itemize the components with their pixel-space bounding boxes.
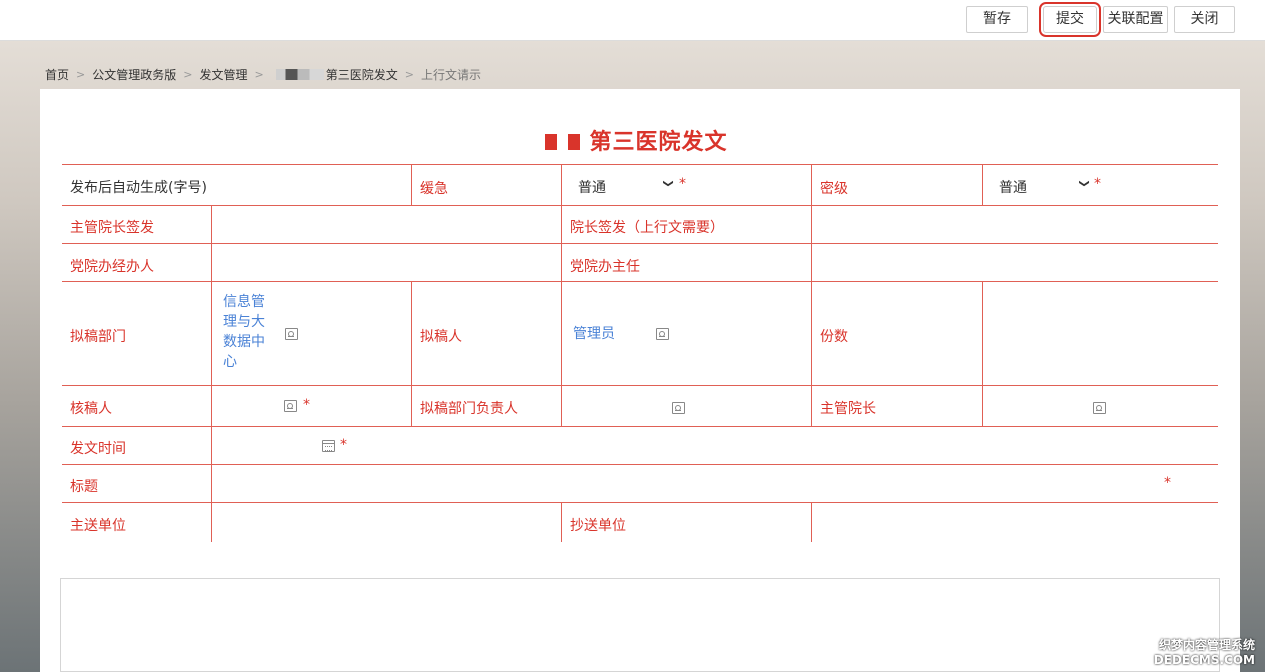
user-picker-icon[interactable]: [656, 328, 669, 340]
watermark-line2: DEDECMS.COM: [1153, 653, 1255, 667]
table-border: [211, 205, 212, 542]
breadcrumb-level1[interactable]: 公文管理政务版: [92, 66, 176, 83]
body-editor[interactable]: [60, 578, 1220, 672]
draft-dept-line: 信息管: [223, 294, 265, 310]
top-toolbar: 暂存 提交 关联配置 关闭: [0, 0, 1265, 41]
calendar-icon[interactable]: [322, 440, 335, 452]
table-border: [982, 164, 983, 205]
urgency-label: 缓急: [420, 181, 448, 197]
breadcrumb-separator-icon: >: [76, 67, 86, 81]
reviewer-label: 核稿人: [70, 401, 112, 417]
director-sign-label: 主管院长签发: [70, 220, 154, 236]
table-border: [62, 426, 1218, 427]
redacted-text: [275, 68, 324, 80]
required-mark: *: [679, 176, 686, 192]
save-draft-button[interactable]: 暂存: [966, 6, 1028, 33]
breadcrumb: 首页 > 公文管理政务版 > 发文管理 > 第三医院发文 > 上行文请示: [45, 66, 481, 82]
table-border: [62, 464, 1218, 465]
table-border: [62, 281, 1218, 282]
breadcrumb-separator-icon: >: [404, 67, 414, 81]
table-border: [411, 164, 412, 205]
close-button[interactable]: 关闭: [1174, 6, 1235, 33]
table-border: [62, 164, 1218, 165]
draft-dept-line: 心: [223, 354, 237, 370]
chevron-down-icon[interactable]: ❯: [663, 179, 674, 187]
table-border: [62, 205, 1218, 206]
table-border: [62, 502, 1218, 503]
table-border: [411, 281, 412, 426]
table-border: [62, 385, 1218, 386]
chevron-down-icon[interactable]: ❯: [1079, 179, 1090, 187]
table-border: [811, 502, 812, 542]
required-mark: *: [303, 397, 310, 413]
draft-dept-line: 数据中: [223, 334, 265, 350]
subject-label: 标题: [70, 479, 98, 495]
cc-recipient-label: 抄送单位: [570, 518, 626, 534]
document-title: 第三医院发文: [0, 124, 1265, 156]
draft-dept-value: 信息管 理与大 数据中 心: [223, 292, 265, 372]
breadcrumb-separator-icon: >: [254, 67, 264, 81]
user-picker-icon[interactable]: [285, 328, 298, 340]
link-config-button[interactable]: 关联配置: [1103, 6, 1168, 33]
required-mark: *: [1094, 176, 1101, 192]
party-office-director-label: 党院办主任: [570, 259, 640, 275]
party-office-handler-label: 党院办经办人: [70, 259, 154, 275]
required-mark: *: [340, 437, 347, 453]
table-border: [561, 502, 562, 542]
drafter-label: 拟稿人: [420, 329, 462, 345]
draft-dept-line: 理与大: [223, 314, 265, 330]
watermark: 织梦内容管理系统 DEDECMS.COM: [1154, 638, 1255, 668]
issue-time-label: 发文时间: [70, 441, 126, 457]
table-border: [811, 164, 812, 426]
table-border: [561, 164, 562, 426]
table-border: [62, 243, 1218, 244]
submit-button[interactable]: 提交: [1039, 2, 1101, 37]
doc-number-text: 发布后自动生成(字号): [70, 180, 207, 196]
breadcrumb-current: 上行文请示: [420, 67, 481, 82]
vice-president-label: 主管院长: [820, 401, 876, 417]
document-title-text: 第三医院发文: [589, 130, 728, 155]
drafter-value: 管理员: [573, 326, 615, 342]
copies-label: 份数: [820, 329, 848, 345]
president-sign-label: 院长签发（上行文需要）: [570, 220, 724, 236]
breadcrumb-level3[interactable]: 第三医院发文: [326, 66, 398, 83]
user-picker-icon[interactable]: [284, 400, 297, 412]
redacted-text: [537, 134, 588, 150]
watermark-line1: 织梦内容管理系统: [1158, 638, 1255, 652]
secrecy-label: 密级: [820, 181, 848, 197]
required-mark: *: [1164, 475, 1171, 491]
draft-dept-label: 拟稿部门: [70, 329, 126, 345]
breadcrumb-separator-icon: >: [183, 67, 193, 81]
breadcrumb-level2[interactable]: 发文管理: [199, 66, 247, 83]
user-picker-icon[interactable]: [1093, 402, 1106, 414]
dept-head-label: 拟稿部门负责人: [420, 401, 518, 417]
table-border: [982, 281, 983, 426]
breadcrumb-home[interactable]: 首页: [45, 66, 69, 83]
main-recipient-label: 主送单位: [70, 518, 126, 534]
user-picker-icon[interactable]: [672, 402, 685, 414]
